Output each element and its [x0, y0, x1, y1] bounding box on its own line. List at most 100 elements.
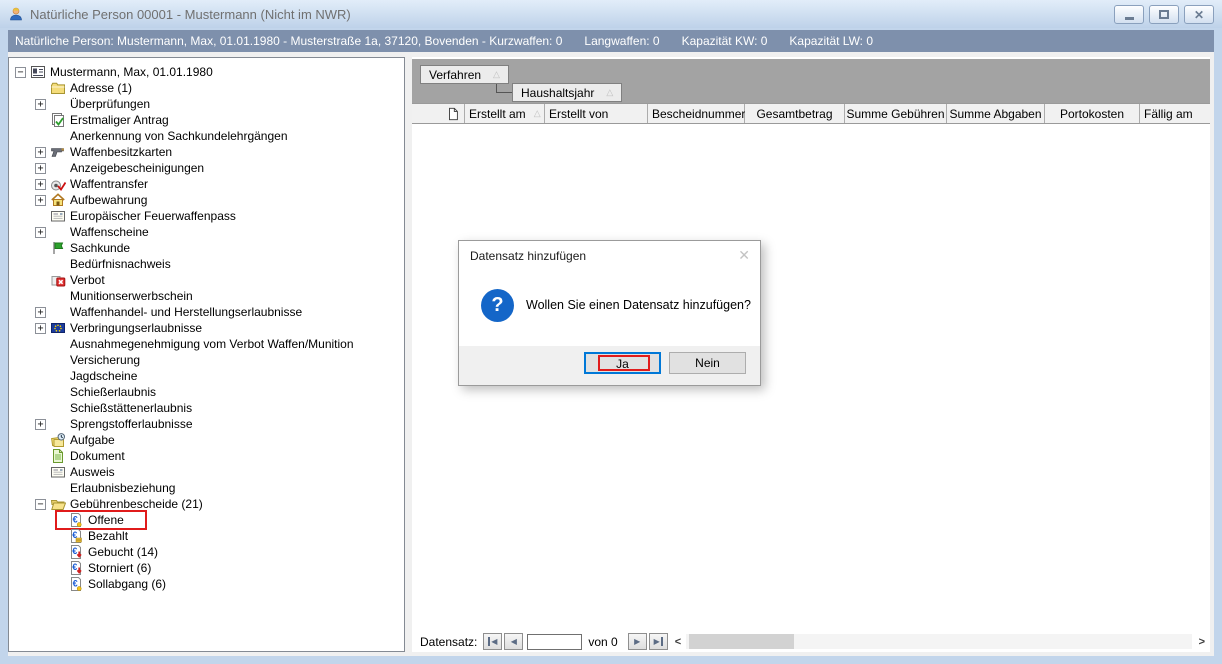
- no-icon: [50, 96, 66, 112]
- column-header-summe-abgaben[interactable]: Summe Abgaben: [947, 104, 1045, 123]
- tree-item[interactable]: Ausnahmegenehmigung vom Verbot Waffen/Mu…: [9, 336, 404, 352]
- tree-item-label: Sachkunde: [68, 241, 132, 255]
- column-header-f-llig-am[interactable]: Fällig am: [1140, 104, 1210, 123]
- tree-item-label: Verbringungserlaubnisse: [68, 321, 204, 335]
- dialog-title: Datensatz hinzufügen: [470, 249, 586, 263]
- column-header-erstellt-am[interactable]: Erstellt am△: [465, 104, 545, 123]
- group-box-label: Verfahren: [429, 68, 481, 82]
- dialog-message: Wollen Sie einen Datensatz hinzufügen?: [526, 298, 751, 312]
- scroll-right-icon[interactable]: >: [1194, 636, 1210, 648]
- euro-paid-icon: €: [68, 528, 84, 544]
- horizontal-scrollbar[interactable]: [686, 634, 1191, 649]
- expander-plus-icon[interactable]: +: [35, 307, 46, 318]
- no-button-label: Nein: [695, 356, 720, 370]
- previous-record-button[interactable]: ◀: [504, 633, 523, 650]
- tree-item[interactable]: Verbot: [9, 272, 404, 288]
- column-header-summe-geb-hren[interactable]: Summe Gebühren: [845, 104, 947, 123]
- next-record-button[interactable]: ▶: [628, 633, 647, 650]
- tree-item[interactable]: +Aufbewahrung: [9, 192, 404, 208]
- no-icon: [50, 384, 66, 400]
- group-box-haushaltsjahr[interactable]: Haushaltsjahr △: [512, 83, 622, 102]
- expander-plus-icon[interactable]: +: [35, 323, 46, 334]
- expander-plus-icon[interactable]: +: [35, 99, 46, 110]
- tree-item[interactable]: −Gebührenbescheide (21): [9, 496, 404, 512]
- expander-plus-icon[interactable]: +: [35, 179, 46, 190]
- expander-plus-icon[interactable]: +: [35, 163, 46, 174]
- tree-item[interactable]: Sachkunde: [9, 240, 404, 256]
- close-button[interactable]: ✕: [1184, 5, 1214, 24]
- expander-plus-icon[interactable]: +: [35, 147, 46, 158]
- doc-check-icon: [50, 112, 66, 128]
- tree-item[interactable]: €Sollabgang (6): [9, 576, 404, 592]
- column-header-new-record[interactable]: [412, 104, 465, 123]
- tree-item[interactable]: Schießerlaubnis: [9, 384, 404, 400]
- flag-icon: [50, 240, 66, 256]
- scrollbar-thumb[interactable]: [689, 634, 794, 649]
- scroll-left-icon[interactable]: <: [670, 636, 686, 648]
- tree-item[interactable]: + Verbringungserlaubnisse: [9, 320, 404, 336]
- tree-item[interactable]: +Sprengstofferlaubnisse: [9, 416, 404, 432]
- euro-storno-icon: €: [68, 560, 84, 576]
- tree-item[interactable]: Anerkennung von Sachkundelehrgängen: [9, 128, 404, 144]
- expander-minus-icon[interactable]: −: [15, 67, 26, 78]
- record-number-input[interactable]: [527, 634, 582, 650]
- tree-item-label: Jagdscheine: [68, 369, 139, 383]
- tree-item[interactable]: +Waffenscheine: [9, 224, 404, 240]
- tree-item[interactable]: +Überprüfungen: [9, 96, 404, 112]
- tree-item[interactable]: Europäischer Feuerwaffenpass: [9, 208, 404, 224]
- tree-item-label: Bedürfnisnachweis: [68, 257, 173, 271]
- document-icon: [50, 448, 66, 464]
- tree-item-label: Versicherung: [68, 353, 142, 367]
- group-by-panel: Verfahren △ Haushaltsjahr △: [412, 59, 1210, 103]
- tree-item[interactable]: Erstmaliger Antrag: [9, 112, 404, 128]
- column-header-gesamtbetrag[interactable]: Gesamtbetrag: [745, 104, 845, 123]
- no-button[interactable]: Nein: [669, 352, 746, 374]
- column-header-erstellt-von[interactable]: Erstellt von: [545, 104, 648, 123]
- column-header-bescheidnummer[interactable]: Bescheidnummer: [648, 104, 745, 123]
- last-record-button[interactable]: ▶: [649, 633, 668, 650]
- form-icon: [50, 208, 66, 224]
- tree-item[interactable]: Jagdscheine: [9, 368, 404, 384]
- dialog-close-icon[interactable]: ✕: [738, 248, 750, 262]
- dialog-footer: Ja Nein: [459, 346, 760, 385]
- svg-text:€: €: [73, 579, 78, 589]
- group-box-verfahren[interactable]: Verfahren △: [420, 65, 509, 84]
- tree-item[interactable]: €Storniert (6): [9, 560, 404, 576]
- tree-item[interactable]: Bedürfnisnachweis: [9, 256, 404, 272]
- minimize-button[interactable]: [1114, 5, 1144, 24]
- tree-item[interactable]: €Bezahlt: [9, 528, 404, 544]
- tree-item-label: Schießerlaubnis: [68, 385, 158, 399]
- tree-item[interactable]: +Waffentransfer: [9, 176, 404, 192]
- tree-item[interactable]: €Offene: [9, 512, 404, 528]
- sort-asc-icon: △: [606, 87, 613, 98]
- first-record-button[interactable]: ◀: [483, 633, 502, 650]
- tree-item[interactable]: Munitionserwerbschein: [9, 288, 404, 304]
- tree-item[interactable]: Versicherung: [9, 352, 404, 368]
- tree-item-label: Ausweis: [68, 465, 117, 479]
- tree-item[interactable]: Ausweis: [9, 464, 404, 480]
- tree-item[interactable]: −Mustermann, Max, 01.01.1980: [9, 64, 404, 80]
- tree-item-label: Aufgabe: [68, 433, 117, 447]
- expander-plus-icon[interactable]: +: [35, 195, 46, 206]
- expander-plus-icon[interactable]: +: [35, 419, 46, 430]
- restore-button[interactable]: [1149, 5, 1179, 24]
- tree-item[interactable]: Adresse (1): [9, 80, 404, 96]
- tree-item[interactable]: +Anzeigebescheinigungen: [9, 160, 404, 176]
- tree-item[interactable]: + Waffenbesitzkarten: [9, 144, 404, 160]
- tree-item[interactable]: €Gebucht (14): [9, 544, 404, 560]
- tree-item[interactable]: Erlaubnisbeziehung: [9, 480, 404, 496]
- datensatz-dialog: Datensatz hinzufügen ✕ ? Wollen Sie eine…: [458, 240, 761, 386]
- tree-item[interactable]: Schießstättenerlaubnis: [9, 400, 404, 416]
- tree-item-label: Schießstättenerlaubnis: [68, 401, 194, 415]
- no-icon: [50, 336, 66, 352]
- tree-item[interactable]: +Waffenhandel- und Herstellungserlaubnis…: [9, 304, 404, 320]
- column-header-portokosten[interactable]: Portokosten: [1045, 104, 1140, 123]
- tree-item[interactable]: Dokument: [9, 448, 404, 464]
- expander-minus-icon[interactable]: −: [35, 499, 46, 510]
- tree-item[interactable]: Aufgabe: [9, 432, 404, 448]
- tree-item-label: Waffenbesitzkarten: [68, 145, 174, 159]
- tree: −Mustermann, Max, 01.01.1980Adresse (1)+…: [8, 57, 405, 652]
- expander-plus-icon[interactable]: +: [35, 227, 46, 238]
- tree-item-label: Adresse (1): [68, 81, 134, 95]
- yes-button[interactable]: Ja: [584, 352, 661, 374]
